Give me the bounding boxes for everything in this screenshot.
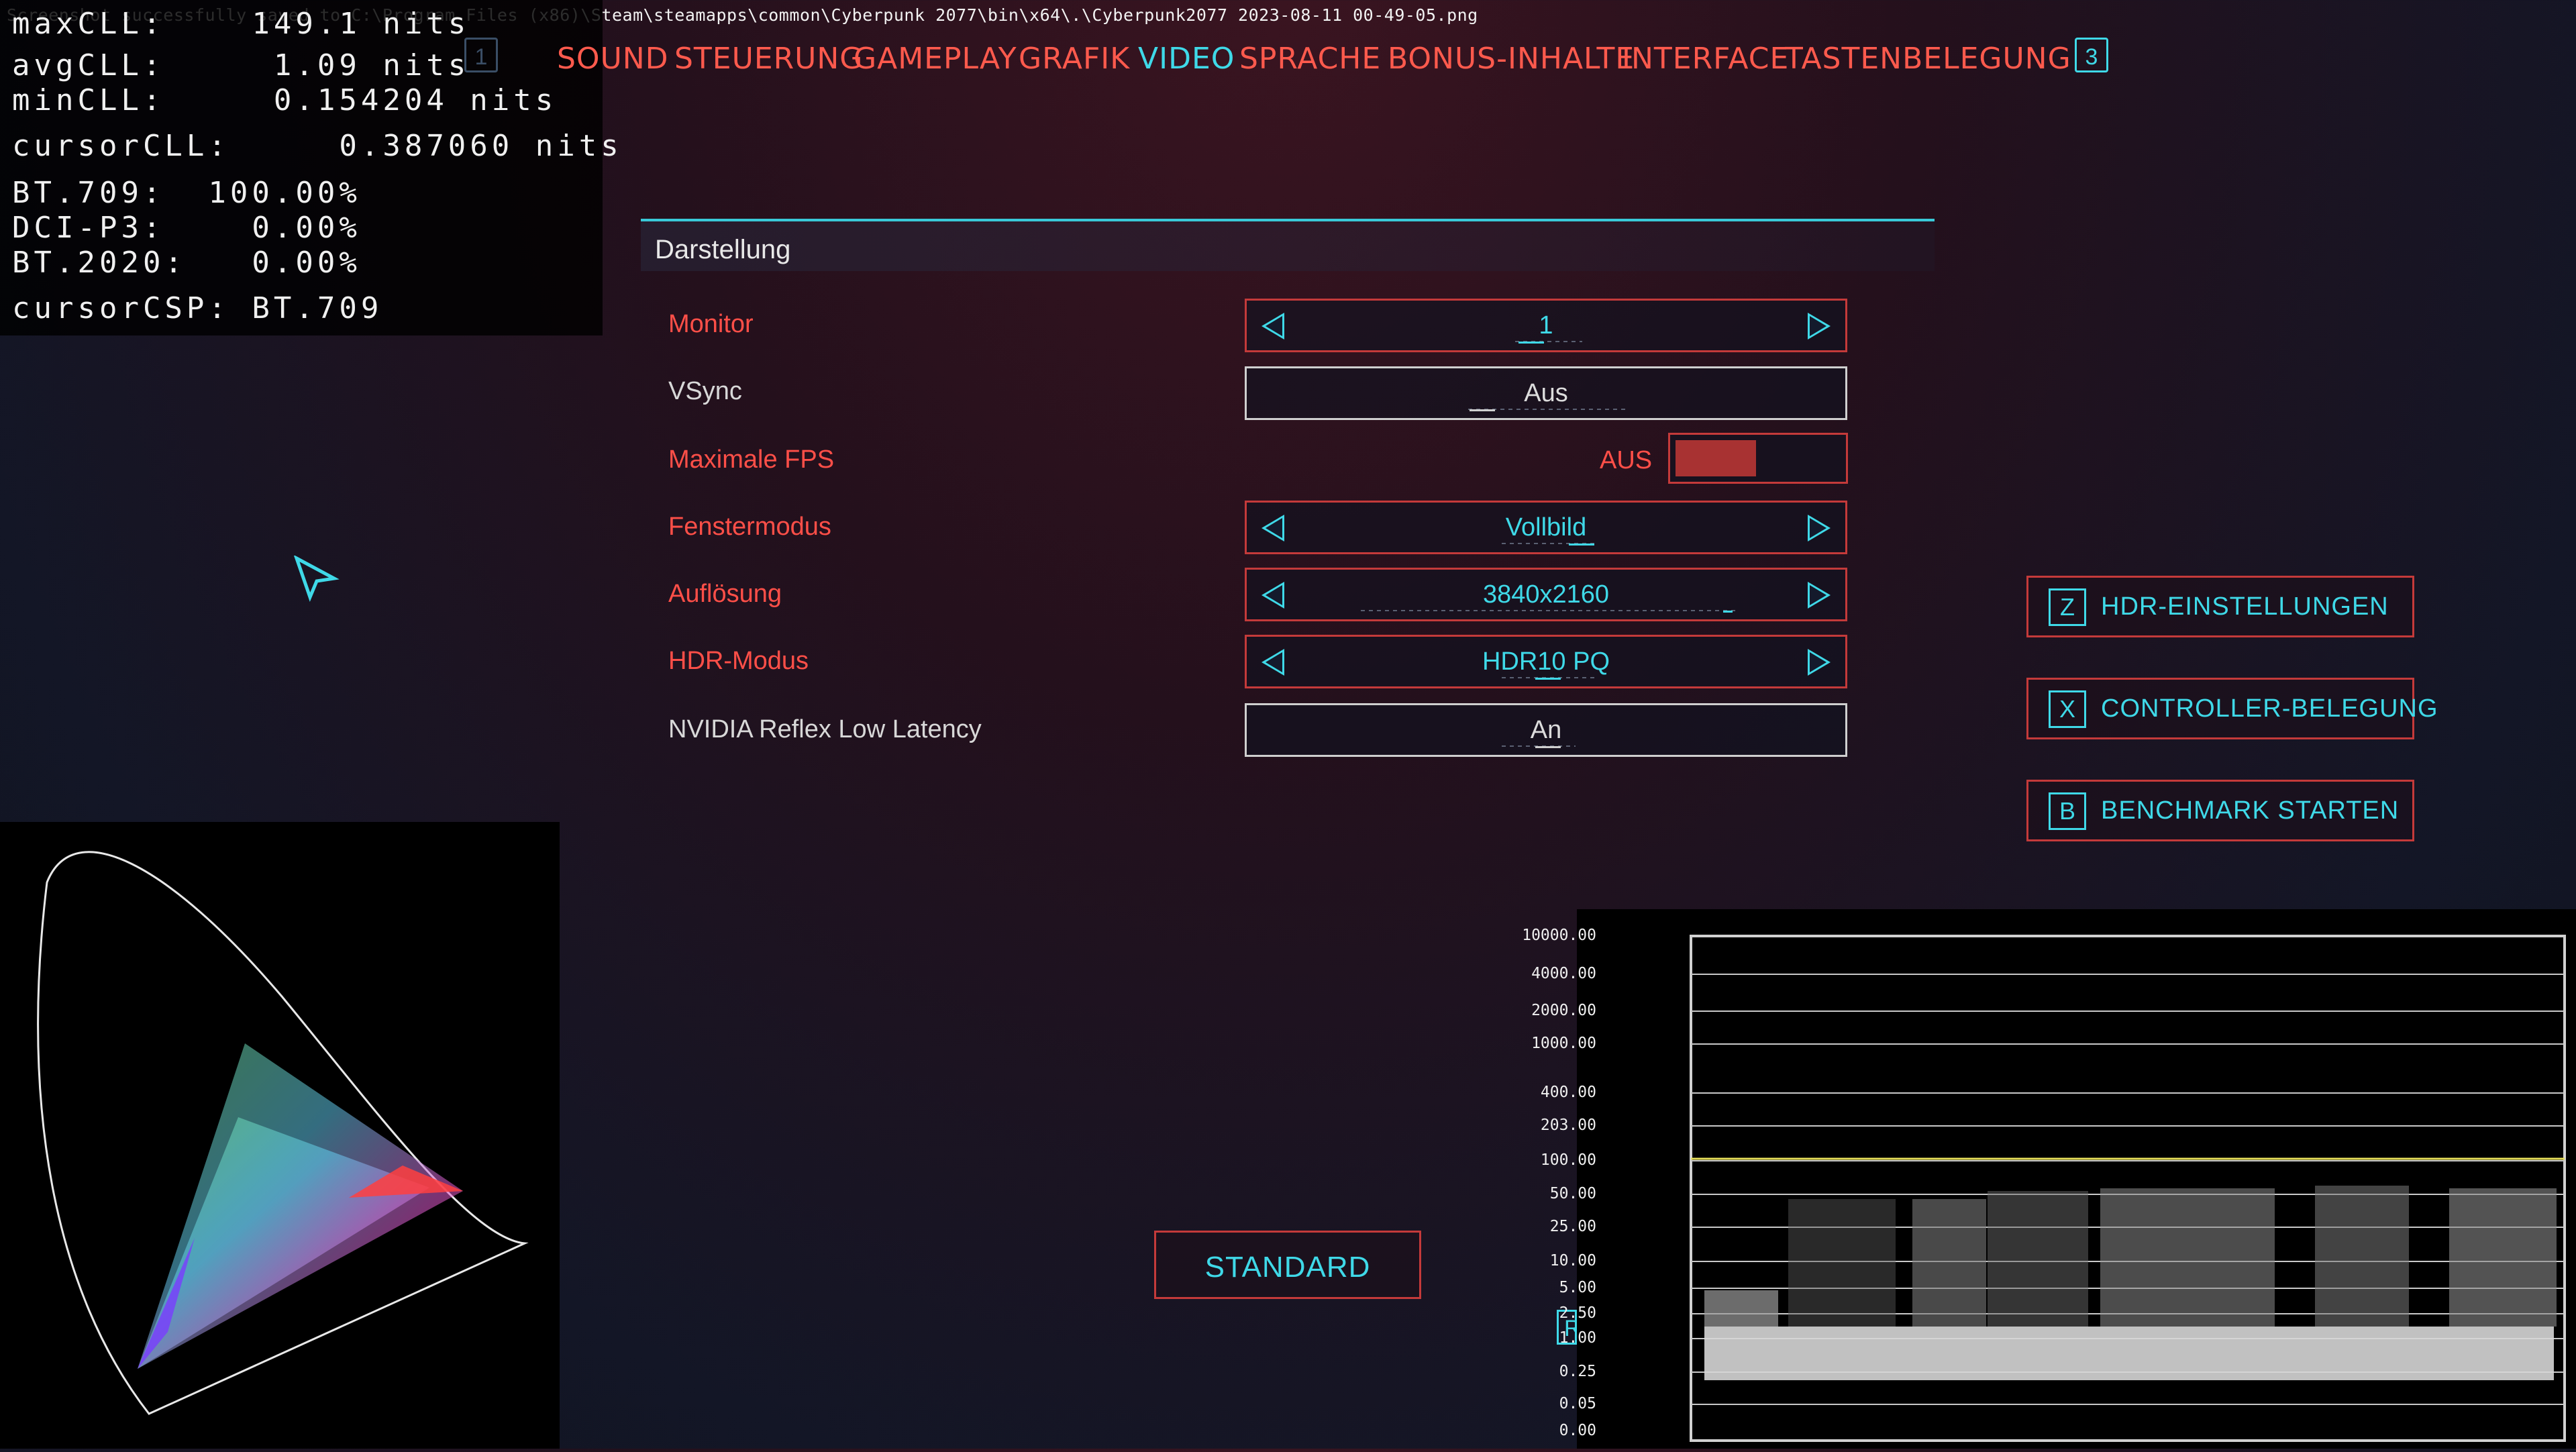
benchmark-button[interactable]: B BENCHMARK STARTEN — [2026, 780, 2414, 841]
setting-label-monitor: Monitor — [668, 310, 754, 338]
luminance-waveform: 10000.00 4000.00 2000.00 1000.00 400.00 203.0… — [1522, 909, 2576, 1449]
controller-layout-label: CONTROLLER-BELEGUNG — [2101, 694, 2438, 723]
nvidia-reflex-selector[interactable]: An — [1245, 703, 1847, 757]
setting-label-max-fps: Maximale FPS — [668, 446, 835, 474]
window-mode-selector[interactable]: Vollbild — [1245, 501, 1847, 554]
waveform-tick-label: 10000.00 — [1522, 927, 1596, 944]
waveform-tick-label: 0.05 — [1559, 1395, 1596, 1412]
monitor-value: 1 — [1539, 311, 1553, 340]
hdr-stats-overlay: maxCLL: 149.1 nits avgCLL: 1.09 nits min… — [0, 0, 619, 335]
tab-grafik[interactable]: GRAFIK — [1019, 42, 1130, 76]
cursor-csp-readout: cursorCSP: BT.709 — [12, 291, 383, 325]
avg-cll-readout: avgCLL: 1.09 nits — [12, 48, 470, 83]
waveform-tick-label: 100.00 — [1540, 1151, 1596, 1169]
key-x-icon: X — [2049, 690, 2086, 728]
vsync-value: Aus — [1524, 379, 1568, 407]
waveform-plot — [1690, 935, 2566, 1442]
resolution-selector[interactable]: 3840x2160 — [1245, 568, 1847, 621]
hdr-mode-value: HDR10 PQ — [1482, 647, 1610, 676]
window-mode-value: Vollbild — [1505, 513, 1587, 541]
arrow-right-icon[interactable] — [1808, 582, 1831, 609]
bt709-readout: BT.709: 100.00% — [12, 176, 361, 210]
section-header — [641, 221, 1935, 271]
waveform-tick-label: 2.50 — [1559, 1304, 1596, 1322]
dci-p3-readout: DCI-P3: 0.00% — [12, 211, 361, 245]
max-fps-toggle[interactable] — [1668, 433, 1848, 484]
section-title: Darstellung — [655, 235, 791, 264]
standard-label: STANDARD — [1204, 1251, 1371, 1284]
setting-label-vsync: VSync — [668, 377, 742, 405]
tab-bonus-inhalte[interactable]: BONUS-INHALTE — [1388, 42, 1635, 76]
setting-label-hdr-mode: HDR-Modus — [668, 647, 809, 675]
waveform-tick-label: 5.00 — [1559, 1279, 1596, 1296]
nvidia-reflex-value: An — [1530, 716, 1562, 744]
nav-prev-key[interactable]: 1 — [464, 38, 498, 72]
cursor-cll-readout: cursorCLL: 0.387060 nits — [12, 129, 623, 163]
waveform-tick-label: 4000.00 — [1531, 965, 1596, 982]
max-cll-readout: maxCLL: 149.1 nits — [12, 7, 470, 41]
setting-label-nvidia-reflex: NVIDIA Reflex Low Latency — [668, 715, 982, 743]
waveform-tick-label: 10.00 — [1549, 1252, 1596, 1269]
waveform-tick-label: 1000.00 — [1531, 1035, 1596, 1052]
tab-steuerung[interactable]: STEUERUNG — [674, 42, 863, 76]
key-z-icon: Z — [2049, 588, 2086, 626]
tab-sprache[interactable]: SPRACHE — [1239, 42, 1381, 76]
resolution-value: 3840x2160 — [1482, 580, 1610, 609]
benchmark-label: BENCHMARK STARTEN — [2101, 796, 2400, 825]
waveform-tick-label: 0.00 — [1559, 1422, 1596, 1439]
controller-layout-button[interactable]: X CONTROLLER-BELEGUNG — [2026, 678, 2438, 739]
tab-gameplay[interactable]: GAMEPLAY — [854, 42, 1017, 76]
cie-gamut-overlay — [0, 822, 560, 1449]
standard-button[interactable]: STANDARD — [1154, 1231, 1421, 1299]
mouse-cursor-icon — [294, 556, 340, 603]
arrow-right-icon[interactable] — [1808, 313, 1831, 340]
tab-video[interactable]: VIDEO — [1138, 42, 1235, 76]
hdr-settings-button[interactable]: Z HDR-EINSTELLUNGEN — [2026, 576, 2414, 637]
hdr-mode-selector[interactable]: HDR10 PQ — [1245, 635, 1847, 688]
waveform-tick-label: 1.00 — [1559, 1329, 1596, 1347]
setting-label-resolution: Auflösung — [668, 580, 782, 608]
toggle-knob — [1676, 440, 1756, 476]
key-b-icon: B — [2049, 792, 2086, 830]
hdr-settings-label: HDR-EINSTELLUNGEN — [2101, 592, 2389, 621]
setting-label-window-mode: Fenstermodus — [668, 513, 831, 541]
monitor-selector[interactable]: 1 — [1245, 299, 1847, 352]
waveform-tick-label: 203.00 — [1540, 1117, 1596, 1134]
arrow-right-icon[interactable] — [1808, 649, 1831, 676]
max-fps-state: AUS — [1600, 446, 1653, 474]
vsync-selector[interactable]: Aus — [1245, 366, 1847, 420]
nav-next-key[interactable]: 3 — [2075, 38, 2108, 72]
tab-sound[interactable]: SOUND — [557, 42, 669, 76]
min-cll-readout: minCLL: 0.154204 nits — [12, 83, 558, 117]
waveform-tick-label: 25.00 — [1549, 1218, 1596, 1235]
bt2020-readout: BT.2020: 0.00% — [12, 246, 361, 280]
waveform-tick-label: 0.25 — [1559, 1363, 1596, 1380]
tab-tastenbelegung[interactable]: TASTENBELEGUNG — [1785, 42, 2071, 76]
waveform-tick-label: 2000.00 — [1531, 1002, 1596, 1019]
cie-diagram — [37, 851, 529, 1415]
tab-interface[interactable]: INTERFACE — [1622, 42, 1789, 76]
waveform-tick-label: 50.00 — [1549, 1185, 1596, 1202]
waveform-tick-label: 400.00 — [1540, 1084, 1596, 1101]
arrow-right-icon[interactable] — [1808, 515, 1831, 541]
